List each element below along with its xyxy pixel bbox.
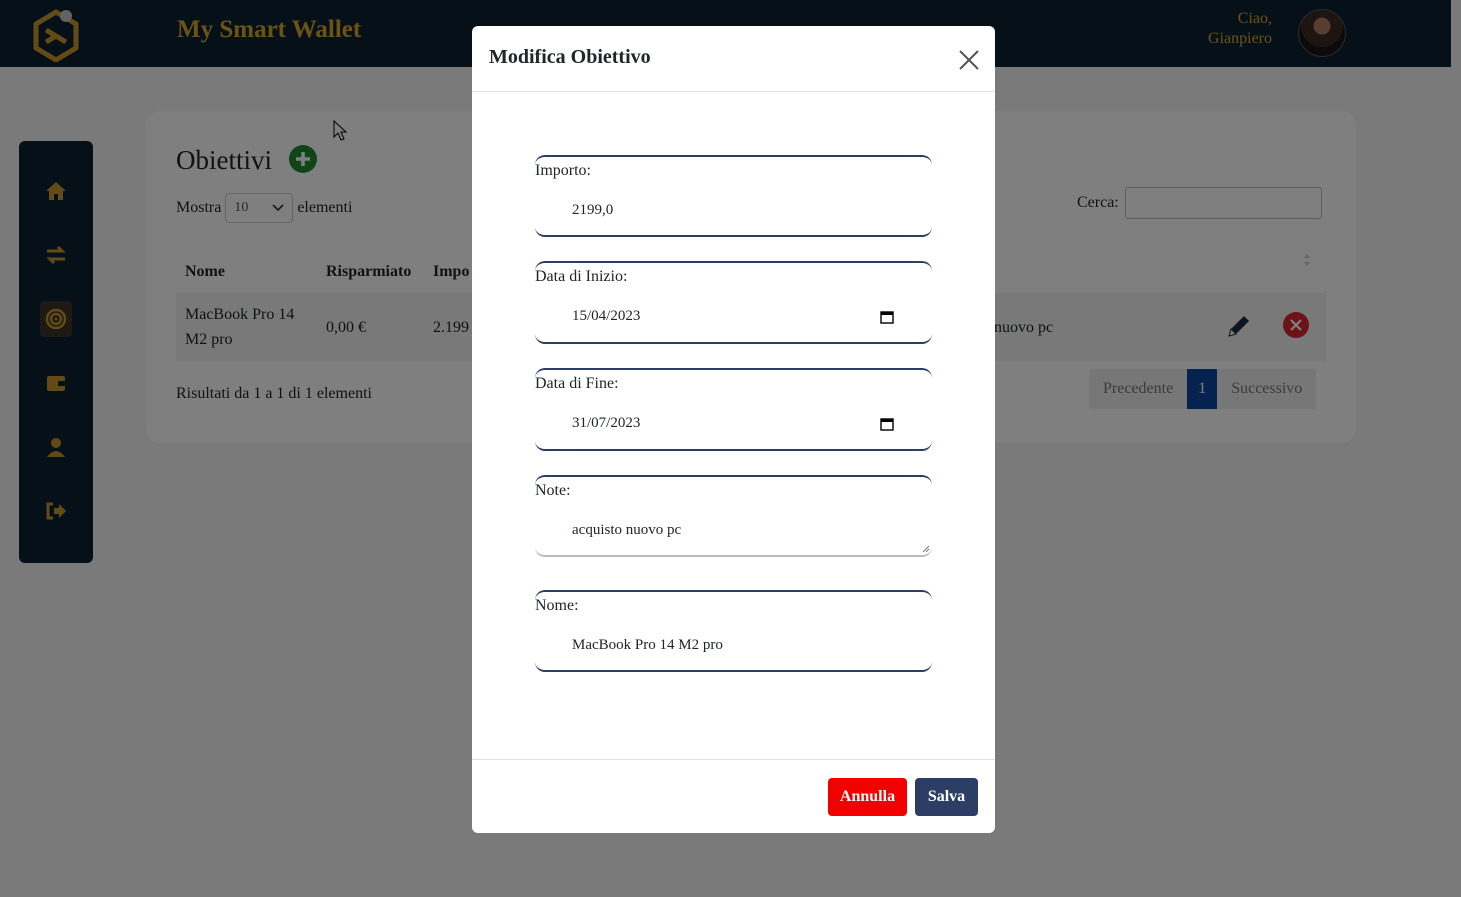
save-button[interactable]: Salva	[915, 778, 978, 816]
cancel-button[interactable]: Annulla	[828, 778, 907, 816]
modal-title: Modifica Obiettivo	[489, 46, 651, 68]
end-date-field: Data di Fine: 31/07/2023	[535, 368, 932, 451]
notes-textarea[interactable]: acquisto nuovo pc	[572, 522, 681, 539]
calendar-icon[interactable]	[880, 310, 894, 324]
close-icon[interactable]	[957, 48, 981, 72]
end-date-input[interactable]: 31/07/2023	[572, 415, 640, 432]
start-date-label: Data di Inizio:	[535, 268, 628, 285]
amount-label: Importo:	[535, 162, 591, 179]
notes-field: Note: acquisto nuovo pc	[535, 475, 932, 557]
start-date-input[interactable]: 15/04/2023	[572, 308, 640, 325]
amount-input[interactable]: 2199,0	[572, 202, 613, 219]
modal-header: Modifica Obiettivo	[472, 26, 995, 92]
name-label: Nome:	[535, 597, 579, 614]
calendar-icon[interactable]	[880, 417, 894, 431]
amount-field: Importo: 2199,0	[535, 155, 932, 237]
modal-footer: Annulla Salva	[472, 759, 995, 834]
edit-goal-modal: Modifica Obiettivo Importo: 2199,0 Data …	[472, 26, 995, 833]
name-field: Nome: MacBook Pro 14 M2 pro	[535, 590, 932, 672]
resize-handle-icon[interactable]	[922, 545, 930, 553]
notes-label: Note:	[535, 482, 571, 499]
end-date-label: Data di Fine:	[535, 375, 619, 392]
name-input[interactable]: MacBook Pro 14 M2 pro	[572, 637, 723, 654]
start-date-field: Data di Inizio: 15/04/2023	[535, 261, 932, 344]
